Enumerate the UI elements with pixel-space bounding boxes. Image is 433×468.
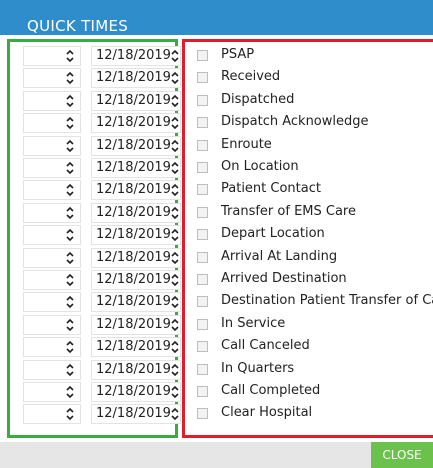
event-checklist-panel: PSAP Received Dispatched Dispatch Acknowled… bbox=[182, 39, 433, 438]
date-input[interactable]: 12/18/2019 bbox=[91, 292, 181, 313]
event-checkbox[interactable] bbox=[197, 251, 208, 263]
event-checkbox[interactable] bbox=[197, 296, 208, 308]
date-input[interactable]: 12/18/2019 bbox=[91, 314, 181, 335]
date-spinner-icon[interactable] bbox=[171, 161, 179, 175]
date-spinner-icon[interactable] bbox=[171, 363, 179, 377]
close-button[interactable]: CLOSE bbox=[371, 442, 433, 468]
event-label: PSAP bbox=[221, 47, 255, 62]
date-spinner-icon[interactable] bbox=[171, 183, 179, 197]
date-spinner-icon[interactable] bbox=[171, 340, 179, 354]
date-input[interactable]: 12/18/2019 bbox=[91, 46, 181, 66]
date-input[interactable]: 12/18/2019 bbox=[91, 90, 181, 111]
time-spinner-icon[interactable] bbox=[66, 206, 74, 220]
date-input[interactable]: 12/18/2019 bbox=[91, 337, 181, 358]
event-label: Arrival At Landing bbox=[221, 248, 338, 264]
date-input[interactable]: 12/18/2019 bbox=[91, 247, 181, 268]
event-label: Call Completed bbox=[221, 383, 321, 398]
date-spinner-icon[interactable] bbox=[171, 94, 179, 108]
date-spinner-icon[interactable] bbox=[171, 71, 179, 85]
time-spinner-icon[interactable] bbox=[66, 94, 74, 108]
date-spinner-icon[interactable] bbox=[171, 228, 179, 242]
date-spinner-icon[interactable] bbox=[171, 251, 179, 265]
date-input[interactable]: 12/18/2019 bbox=[91, 382, 181, 402]
event-checkbox[interactable] bbox=[197, 72, 208, 84]
event-checkbox[interactable] bbox=[197, 162, 208, 173]
date-input[interactable]: 12/18/2019 bbox=[91, 270, 181, 290]
event-checkbox[interactable] bbox=[197, 184, 208, 196]
date-input[interactable]: 12/18/2019 bbox=[91, 202, 181, 223]
time-spinner-icon[interactable] bbox=[66, 139, 74, 153]
event-label: Dispatch Acknowledge bbox=[221, 114, 369, 130]
time-inputs-panel: 12/18/2019 12/18/2019 12/18/2019 12/18/2019… bbox=[7, 39, 181, 438]
date-spinner-icon[interactable] bbox=[171, 273, 179, 287]
time-spinner-icon[interactable] bbox=[66, 295, 74, 309]
event-checkbox[interactable] bbox=[197, 341, 208, 353]
event-checkbox[interactable] bbox=[197, 274, 208, 285]
event-label: Transfer of EMS Care bbox=[221, 203, 356, 219]
dialog-title: QUICK TIMES bbox=[27, 17, 129, 35]
time-spinner-icon[interactable] bbox=[66, 116, 74, 130]
date-input[interactable]: 12/18/2019 bbox=[91, 158, 181, 178]
event-checkbox[interactable] bbox=[197, 408, 208, 420]
event-checkbox[interactable] bbox=[197, 363, 208, 375]
date-spinner-icon[interactable] bbox=[171, 407, 179, 421]
event-label: Dispatched bbox=[221, 91, 295, 107]
time-spinner-icon[interactable] bbox=[66, 183, 74, 197]
date-spinner-icon[interactable] bbox=[171, 318, 179, 332]
time-spinner-icon[interactable] bbox=[66, 407, 74, 421]
dialog-title-bar: QUICK TIMES bbox=[0, 0, 433, 35]
event-label: Patient Contact bbox=[221, 181, 321, 197]
dialog-footer bbox=[0, 442, 433, 468]
time-spinner-icon[interactable] bbox=[66, 340, 74, 354]
date-spinner-icon[interactable] bbox=[171, 385, 179, 399]
event-checkbox[interactable] bbox=[197, 229, 208, 241]
date-spinner-icon[interactable] bbox=[171, 116, 179, 130]
event-checkbox[interactable] bbox=[197, 139, 208, 151]
event-label: In Service bbox=[221, 315, 286, 331]
time-spinner-icon[interactable] bbox=[66, 363, 74, 377]
event-label: In Quarters bbox=[221, 360, 295, 376]
time-spinner-icon[interactable] bbox=[66, 71, 74, 85]
date-input[interactable]: 12/18/2019 bbox=[91, 359, 181, 380]
date-input[interactable]: 12/18/2019 bbox=[91, 180, 181, 201]
date-input[interactable]: 12/18/2019 bbox=[91, 225, 181, 246]
event-checkbox[interactable] bbox=[197, 94, 208, 106]
time-spinner-icon[interactable] bbox=[66, 385, 74, 399]
event-label: On Location bbox=[221, 159, 299, 174]
event-label: Enroute bbox=[221, 136, 272, 152]
event-checkbox[interactable] bbox=[197, 50, 208, 61]
event-label: Clear Hospital bbox=[221, 405, 313, 421]
event-label: Arrived Destination bbox=[221, 271, 347, 286]
date-spinner-icon[interactable] bbox=[171, 139, 179, 153]
date-input[interactable]: 12/18/2019 bbox=[91, 135, 181, 156]
event-checkbox[interactable] bbox=[197, 318, 208, 330]
event-label: Call Canceled bbox=[221, 338, 310, 354]
date-spinner-icon[interactable] bbox=[171, 295, 179, 309]
event-checkbox[interactable] bbox=[197, 206, 208, 218]
event-checkbox[interactable] bbox=[197, 117, 208, 129]
event-label: Destination Patient Transfer of Care bbox=[221, 293, 433, 309]
time-spinner-icon[interactable] bbox=[66, 273, 74, 287]
event-label: Received bbox=[221, 69, 281, 85]
event-checkbox[interactable] bbox=[197, 386, 208, 397]
date-input[interactable]: 12/18/2019 bbox=[91, 404, 181, 425]
date-spinner-icon[interactable] bbox=[171, 49, 179, 63]
date-input[interactable]: 12/18/2019 bbox=[91, 113, 181, 134]
time-spinner-icon[interactable] bbox=[66, 161, 74, 175]
time-spinner-icon[interactable] bbox=[66, 49, 74, 63]
event-label: Depart Location bbox=[221, 226, 325, 242]
date-spinner-icon[interactable] bbox=[171, 206, 179, 220]
date-input[interactable]: 12/18/2019 bbox=[91, 68, 181, 89]
time-spinner-icon[interactable] bbox=[66, 251, 74, 265]
time-spinner-icon[interactable] bbox=[66, 318, 74, 332]
time-spinner-icon[interactable] bbox=[66, 228, 74, 242]
